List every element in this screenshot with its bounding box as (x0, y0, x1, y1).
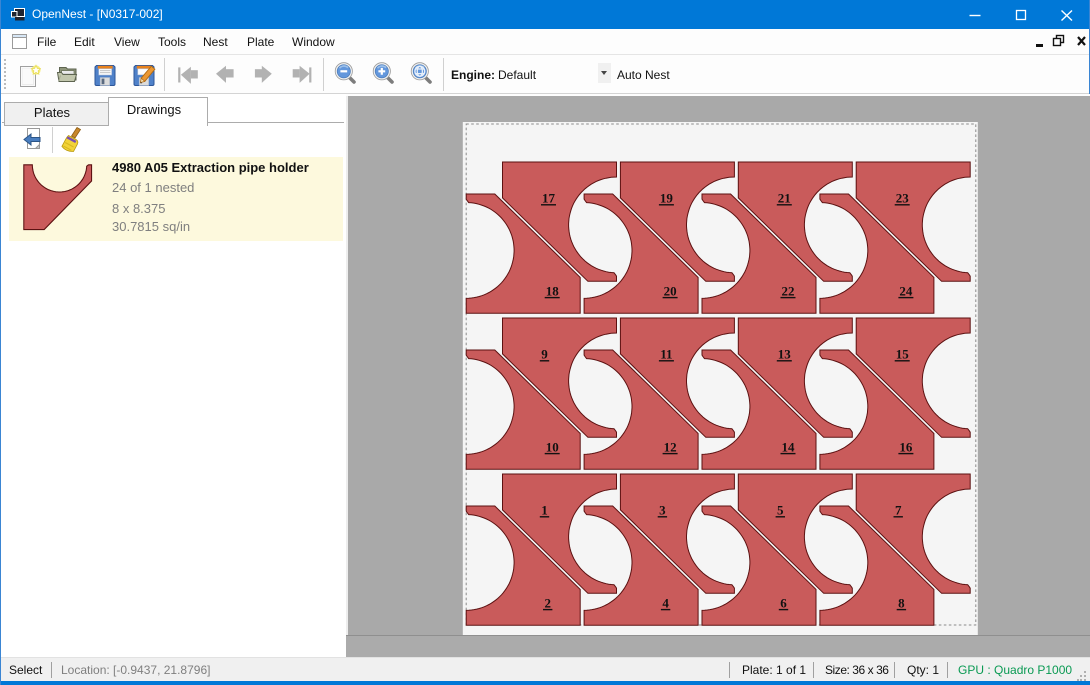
svg-text:10: 10 (546, 439, 559, 454)
svg-text:3: 3 (659, 503, 666, 518)
svg-text:6: 6 (780, 595, 787, 610)
svg-text:24: 24 (899, 283, 913, 298)
svg-text:15: 15 (896, 347, 910, 362)
svg-text:1: 1 (541, 503, 548, 518)
svg-text:21: 21 (778, 191, 791, 206)
svg-text:7: 7 (895, 503, 902, 518)
svg-text:5: 5 (777, 503, 784, 518)
svg-text:14: 14 (782, 439, 796, 454)
svg-text:20: 20 (664, 283, 677, 298)
svg-text:16: 16 (899, 439, 913, 454)
svg-text:13: 13 (778, 347, 792, 362)
svg-text:2: 2 (544, 595, 551, 610)
svg-text:18: 18 (546, 283, 560, 298)
svg-text:19: 19 (660, 191, 674, 206)
svg-text:22: 22 (782, 283, 795, 298)
svg-text:23: 23 (896, 191, 910, 206)
svg-text:17: 17 (542, 191, 556, 206)
svg-text:4: 4 (662, 595, 669, 610)
svg-text:12: 12 (664, 439, 677, 454)
svg-text:8: 8 (898, 595, 905, 610)
svg-text:11: 11 (660, 347, 672, 362)
svg-text:9: 9 (541, 347, 548, 362)
